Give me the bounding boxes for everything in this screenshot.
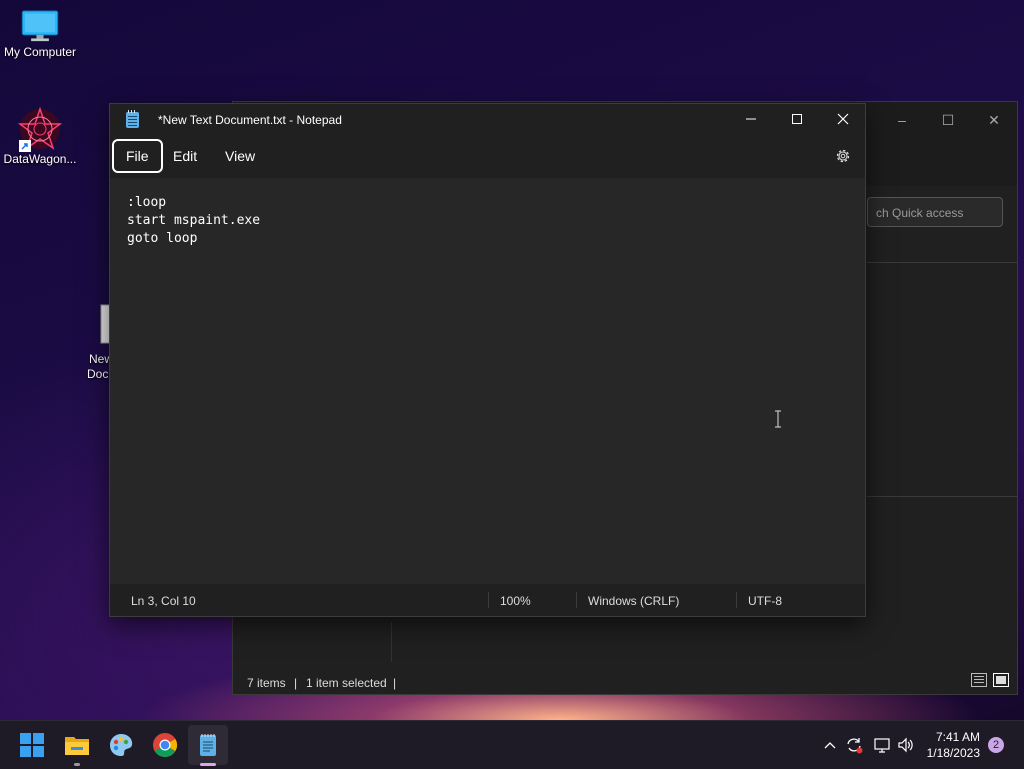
notepad-icon[interactable] [194, 731, 222, 759]
desktop-icon-my-computer[interactable]: My Computer [0, 10, 80, 59]
menu-file[interactable]: File [112, 139, 163, 173]
divider: | [294, 676, 298, 690]
selection-count: 1 item selected [306, 676, 387, 690]
divider [736, 592, 737, 608]
maximize-icon [792, 114, 802, 124]
desktop-icon-label: DataWagon... [3, 152, 77, 166]
item-count: 7 items [247, 676, 286, 690]
menu-bar: File Edit View [110, 136, 865, 178]
text-cursor-icon [775, 410, 781, 428]
close-icon [837, 113, 849, 125]
minimize-icon [746, 118, 756, 120]
divider [867, 496, 1017, 497]
document-text: :loop start mspaint.exe goto loop [127, 195, 261, 246]
start-icon[interactable] [18, 731, 46, 759]
menu-view[interactable]: View [213, 139, 267, 173]
desktop-icon-datawagon[interactable]: DataWagon... [0, 106, 80, 166]
divider [576, 592, 577, 608]
notification-badge[interactable]: 2 [988, 737, 1004, 753]
details-view-icon[interactable] [971, 673, 987, 687]
notepad-titlebar[interactable]: *New Text Document.txt - Notepad [110, 104, 865, 136]
line-ending: Windows (CRLF) [588, 594, 680, 608]
divider: | [393, 676, 397, 690]
system-clock[interactable]: 7:41 AM 1/18/2023 [927, 729, 980, 761]
file-explorer-icon[interactable] [63, 731, 91, 759]
explorer-minimize-button[interactable]: – [879, 108, 925, 132]
paint-icon[interactable] [107, 731, 135, 759]
clock-date: 1/18/2023 [926, 746, 980, 760]
explorer-maximize-button[interactable]: ☐ [925, 108, 971, 132]
window-title: *New Text Document.txt - Notepad [158, 113, 342, 127]
network-icon[interactable] [873, 736, 891, 754]
taskbar-indicator [200, 763, 216, 766]
clock-time: 7:41 AM [935, 730, 980, 744]
taskbar-indicator [74, 763, 80, 766]
explorer-status-bar: 7 items | 1 item selected | [233, 670, 1017, 694]
divider [488, 592, 489, 608]
close-button[interactable] [820, 104, 866, 136]
chevron-up-icon[interactable] [823, 738, 837, 752]
minimize-button[interactable] [728, 104, 774, 136]
cursor-position: Ln 3, Col 10 [131, 594, 196, 608]
volume-icon[interactable] [897, 736, 915, 754]
divider [391, 622, 392, 662]
divider [867, 262, 1017, 263]
desktop-icon-label: My Computer [3, 45, 77, 59]
notepad-window[interactable]: *New Text Document.txt - Notepad File Ed… [109, 103, 866, 617]
notepad-status-bar: Ln 3, Col 10 100% Windows (CRLF) UTF-8 [110, 584, 865, 616]
shortcut-arrow-icon [19, 140, 31, 152]
zoom-level: 100% [500, 594, 531, 608]
menu-edit[interactable]: Edit [161, 139, 209, 173]
gear-icon[interactable] [835, 148, 851, 164]
search-placeholder: ch Quick access [876, 206, 964, 220]
taskbar: 7:41 AM 1/18/2023 2 [0, 720, 1024, 769]
datawagon-icon [17, 106, 63, 152]
quick-access-search-input[interactable]: ch Quick access [867, 197, 1003, 227]
large-icons-view-icon[interactable] [993, 673, 1009, 687]
chrome-icon[interactable] [151, 731, 179, 759]
notepad-app-icon [126, 110, 139, 128]
encoding: UTF-8 [748, 594, 782, 608]
maximize-button[interactable] [774, 104, 820, 136]
sync-icon[interactable] [845, 736, 863, 754]
text-editor[interactable]: :loop start mspaint.exe goto loop [110, 178, 865, 584]
explorer-close-button[interactable]: ✕ [971, 108, 1017, 132]
computer-icon [21, 10, 59, 42]
